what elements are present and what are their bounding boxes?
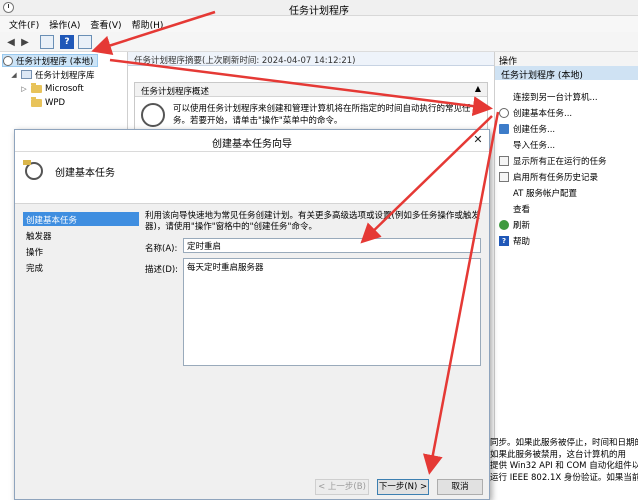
- wizard-titlebar: 创建基本任务向导 ✕: [15, 130, 489, 152]
- wizard-header: 创建基本任务: [15, 152, 489, 204]
- clock-icon: [3, 55, 13, 66]
- toolbar: ◀ ▶ ?: [0, 32, 638, 52]
- create-basic-task-wizard: 创建基本任务向导 ✕ 创建基本任务 创建基本任务 触发器 操作 完成 利用该向导…: [14, 129, 490, 500]
- action-create-basic-task[interactable]: 创建基本任务...: [499, 106, 572, 120]
- menu-help[interactable]: 帮助(H): [127, 16, 169, 32]
- forward-arrow-icon[interactable]: ▶: [18, 35, 32, 49]
- wizard-header-title: 创建基本任务: [55, 168, 115, 179]
- library-icon: [21, 70, 32, 79]
- wizard-footer: < 上一步(B) 下一步(N) > 取消: [15, 474, 489, 500]
- help-icon: ?: [499, 236, 509, 246]
- action-show-running[interactable]: 显示所有正在运行的任务: [499, 154, 607, 168]
- overview-title: 任务计划程序概述: [141, 87, 210, 97]
- action-pane-icon[interactable]: [78, 35, 92, 49]
- actions-section[interactable]: 任务计划程序 (本地): [495, 66, 638, 81]
- menu-view[interactable]: 查看(V): [85, 16, 126, 32]
- wizard-step-action[interactable]: 操作: [23, 244, 139, 258]
- actions-header: 操作: [495, 52, 638, 67]
- menu-file[interactable]: 文件(F): [4, 16, 44, 32]
- folder-icon: [31, 96, 42, 107]
- back-button[interactable]: < 上一步(B): [315, 479, 369, 495]
- name-input[interactable]: [183, 238, 481, 253]
- actions-pane: 操作 任务计划程序 (本地) 连接到另一台计算机... 创建基本任务... 创建…: [494, 52, 638, 442]
- cancel-button[interactable]: 取消: [437, 479, 483, 495]
- tree-item-label: WPD: [45, 97, 66, 108]
- list-icon: [499, 156, 509, 166]
- description-textarea[interactable]: 每天定时重启服务器: [183, 258, 481, 366]
- wizard-step-trigger[interactable]: 触发器: [23, 228, 139, 242]
- background-service-text: 同步。如果此服务被停止，时间和日期的 如果此服务被禁用，这台计算机的用 提供 W…: [488, 438, 638, 500]
- action-import-task[interactable]: 导入任务...: [499, 138, 555, 152]
- description-label: 描述(D):: [145, 265, 179, 275]
- close-icon[interactable]: ✕: [469, 132, 487, 148]
- list-icon: [499, 172, 509, 182]
- tree-item-label: Microsoft: [45, 83, 84, 94]
- action-help[interactable]: ? 帮助: [499, 234, 530, 248]
- window-titlebar: 任务计划程序: [0, 0, 638, 17]
- action-refresh[interactable]: 刷新: [499, 218, 530, 232]
- action-at-config[interactable]: AT 服务帐户配置: [499, 186, 577, 200]
- collapse-icon[interactable]: ▲: [475, 84, 481, 93]
- wizard-step-finish[interactable]: 完成: [23, 260, 139, 274]
- window-title: 任务计划程序: [289, 6, 349, 17]
- overview-text: 可以使用任务计划程序来创建和管理计算机将在所指定的时间自动执行的常见任务。若要开…: [173, 104, 471, 126]
- tree-library[interactable]: ◢ 任务计划程序库: [10, 68, 95, 81]
- action-enable-history[interactable]: 启用所有任务历史记录: [499, 170, 598, 184]
- wizard-title: 创建基本任务向导: [212, 139, 292, 150]
- clock-icon: [141, 103, 165, 127]
- tree-library-label: 任务计划程序库: [35, 70, 95, 81]
- tree-root-label: 任务计划程序 (本地): [16, 56, 94, 67]
- clock-icon: [23, 160, 43, 180]
- wizard-body: 利用该向导快速地为常见任务创建计划。有关更多高级选项或设置(例如多任务操作或触发…: [141, 204, 489, 474]
- action-view[interactable]: 查看: [499, 202, 530, 216]
- action-create-task[interactable]: 创建任务...: [499, 122, 555, 136]
- back-arrow-icon[interactable]: ◀: [4, 35, 18, 49]
- refresh-icon: [499, 220, 509, 230]
- tree-item-wpd[interactable]: WPD: [20, 96, 65, 109]
- chevron-right-icon[interactable]: ▷: [20, 85, 28, 93]
- name-label: 名称(A):: [145, 244, 178, 254]
- task-icon: [499, 124, 509, 134]
- action-connect[interactable]: 连接到另一台计算机...: [499, 90, 598, 104]
- wizard-steps: 创建基本任务 触发器 操作 完成: [15, 204, 141, 474]
- overview-header[interactable]: 任务计划程序概述 ▲: [135, 83, 487, 97]
- tree-root[interactable]: 任务计划程序 (本地): [2, 54, 98, 67]
- chevron-down-icon[interactable]: ◢: [10, 71, 18, 79]
- help-icon[interactable]: ?: [60, 35, 74, 49]
- tree-item-microsoft[interactable]: ▷ Microsoft: [20, 82, 84, 95]
- console-tree-icon[interactable]: [40, 35, 54, 49]
- wizard-step-create[interactable]: 创建基本任务: [23, 212, 139, 226]
- menu-action[interactable]: 操作(A): [44, 16, 85, 32]
- clock-icon: [499, 108, 509, 118]
- folder-icon: [31, 82, 42, 93]
- next-button[interactable]: 下一步(N) >: [377, 479, 429, 495]
- summary-header: 任务计划程序摘要(上次刷新时间: 2024-04-07 14:12:21): [128, 52, 494, 66]
- wizard-description: 利用该向导快速地为常见任务创建计划。有关更多高级选项或设置(例如多任务操作或触发…: [145, 211, 480, 232]
- menu-bar: 文件(F) 操作(A) 查看(V) 帮助(H): [0, 16, 638, 32]
